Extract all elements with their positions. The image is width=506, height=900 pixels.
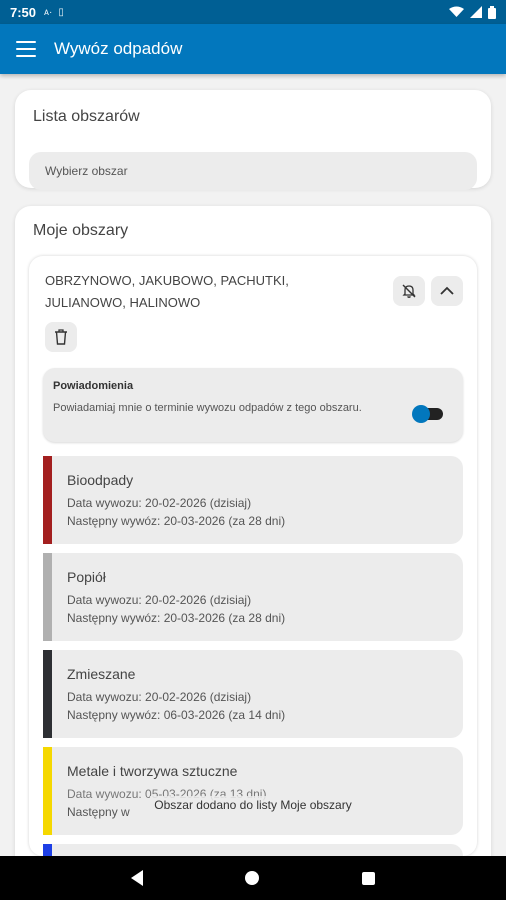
status-indicator-2: ▯ [58, 6, 64, 18]
waste-name: Metale i tworzywa sztuczne [67, 763, 238, 779]
notifications-title: Powiadomienia [53, 380, 134, 392]
waste-color-bar [43, 747, 52, 835]
app-title: Wywóz odpadów [54, 39, 183, 58]
waste-next-date: Następny wywóz: 20-03-2026 (za 28 dni) [67, 611, 286, 625]
my-areas-card: Moje obszary OBRZYNOWO, JAKUBOWO, PACHUT… [15, 206, 491, 856]
waste-next-date: Następny wywóz: 06-03-2026 (za 14 dni) [67, 708, 286, 722]
waste-item: Bioodpady Data wywozu: 20-02-2026 (dzisia… [43, 456, 463, 544]
waste-name: Popiół [67, 569, 106, 585]
waste-collection-date: Data wywozu: 20-02-2026 (dzisiaj) [67, 593, 252, 607]
collapse-button[interactable] [431, 276, 463, 306]
recents-icon[interactable] [361, 871, 375, 885]
waste-color-bar [43, 553, 52, 641]
waste-collection-date: Data wywozu: 20-02-2026 (dzisiaj) [67, 496, 252, 510]
delete-area-button[interactable] [45, 322, 77, 352]
hamburger-menu-icon[interactable] [16, 41, 36, 57]
home-icon[interactable] [245, 871, 260, 885]
waste-name: Zmieszane [67, 666, 136, 682]
notifications-panel: Powiadomienia Powiadamiaj mnie o termini… [43, 368, 463, 442]
status-time: 7:50 [10, 4, 37, 20]
waste-next-date: Następny wywóz: 20-03-2026 (za 28 dni) [67, 514, 286, 528]
area-item: OBRZYNOWO, JAKUBOWO, PACHUTKI, JULIANOWO… [29, 256, 477, 856]
waste-color-bar [43, 456, 52, 544]
notifications-off-button[interactable] [393, 276, 425, 306]
waste-item [43, 844, 463, 856]
system-nav-bar [0, 856, 506, 900]
snackbar-message: Obszar dodano do listy Moje obszary [150, 796, 356, 814]
trash-icon [55, 329, 67, 345]
waste-color-bar [43, 844, 52, 856]
area-select[interactable]: Wybierz obszar [29, 152, 477, 190]
notifications-description: Powiadamiaj mnie o terminie wywozu odpad… [53, 402, 362, 414]
chevron-up-icon [440, 286, 454, 295]
back-icon[interactable] [131, 870, 144, 886]
area-list-title: Lista obszarów [33, 108, 140, 125]
area-name: OBRZYNOWO, JAKUBOWO, PACHUTKI, JULIANOWO… [45, 273, 289, 310]
my-areas-title: Moje obszary [33, 222, 129, 239]
status-bar: 7:50 ᴀ· ▯ [0, 0, 506, 24]
waste-item: Popiół Data wywozu: 20-02-2026 (dzisiaj) N… [43, 553, 463, 641]
app-bar: Wywóz odpadów [0, 24, 506, 74]
notifications-toggle[interactable] [412, 405, 443, 423]
waste-color-bar [43, 650, 52, 738]
waste-item: Metale i tworzywa sztuczne Data wywozu: 0… [43, 747, 463, 835]
snackbar: Obszar dodano do listy Moje obszary [0, 796, 506, 814]
status-indicator-1: ᴀ· [44, 6, 53, 18]
waste-name: Bioodpady [67, 472, 134, 488]
wifi-icon [449, 6, 464, 17]
bell-off-icon [402, 284, 416, 298]
area-list-card: Lista obszarów Wybierz obszar [15, 90, 491, 190]
waste-collection-date: Data wywozu: 20-02-2026 (dzisiaj) [67, 690, 252, 704]
signal-icon [470, 6, 482, 18]
waste-item: Zmieszane Data wywozu: 20-02-2026 (dzisia… [43, 650, 463, 738]
battery-icon [488, 5, 496, 19]
main-content[interactable]: Lista obszarów Wybierz obszar Moje obsza… [0, 74, 506, 856]
